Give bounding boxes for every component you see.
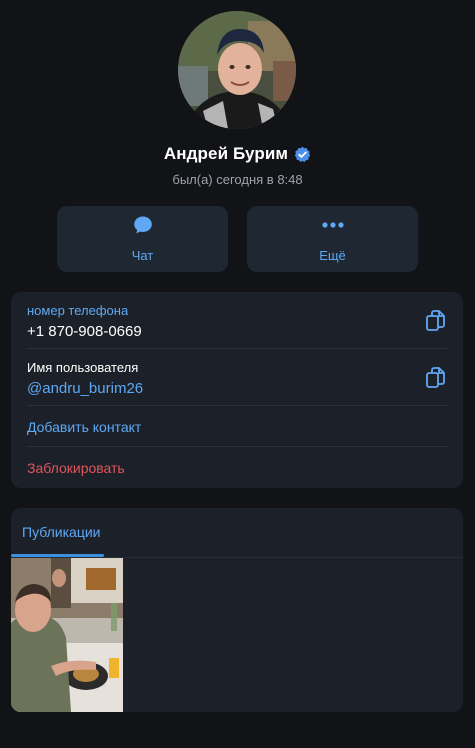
more-button-label: Ещё — [319, 248, 346, 263]
profile-name: Андрей Бурим — [163, 144, 289, 163]
verified-badge-icon — [294, 146, 311, 163]
tab-publications[interactable]: Публикации — [22, 524, 100, 540]
last-seen-status: был(а) сегодня в 8:48 — [172, 172, 303, 187]
info-card: номер телефона +1 870-908-0669 Имя польз… — [11, 292, 463, 488]
divider — [27, 446, 447, 447]
more-dots-icon — [321, 215, 345, 240]
copy-username-icon[interactable] — [425, 366, 447, 390]
publications-card: Публикации — [11, 508, 463, 712]
chat-button[interactable]: Чат — [57, 206, 228, 272]
more-button[interactable]: Ещё — [247, 206, 418, 272]
username-value[interactable]: @andru_burim26 — [27, 380, 447, 397]
phone-label: номер телефона — [27, 303, 129, 318]
phone-row[interactable]: номер телефона +1 870-908-0669 — [27, 303, 447, 340]
chat-button-label: Чат — [131, 248, 154, 263]
copy-phone-icon[interactable] — [425, 309, 447, 333]
divider — [27, 348, 447, 349]
profile-avatar[interactable] — [178, 11, 296, 129]
profile-name-row: Андрей Бурим — [0, 144, 475, 164]
username-label: Имя пользователя — [27, 360, 139, 375]
phone-value[interactable]: +1 870-908-0669 — [27, 323, 447, 340]
divider — [27, 405, 447, 406]
chat-bubble-icon — [133, 215, 153, 240]
block-button[interactable]: Заблокировать — [27, 460, 125, 476]
publication-thumbnail[interactable] — [11, 558, 123, 712]
username-row[interactable]: Имя пользователя @andru_burim26 — [27, 360, 447, 397]
add-contact-button[interactable]: Добавить контакт — [27, 419, 141, 435]
